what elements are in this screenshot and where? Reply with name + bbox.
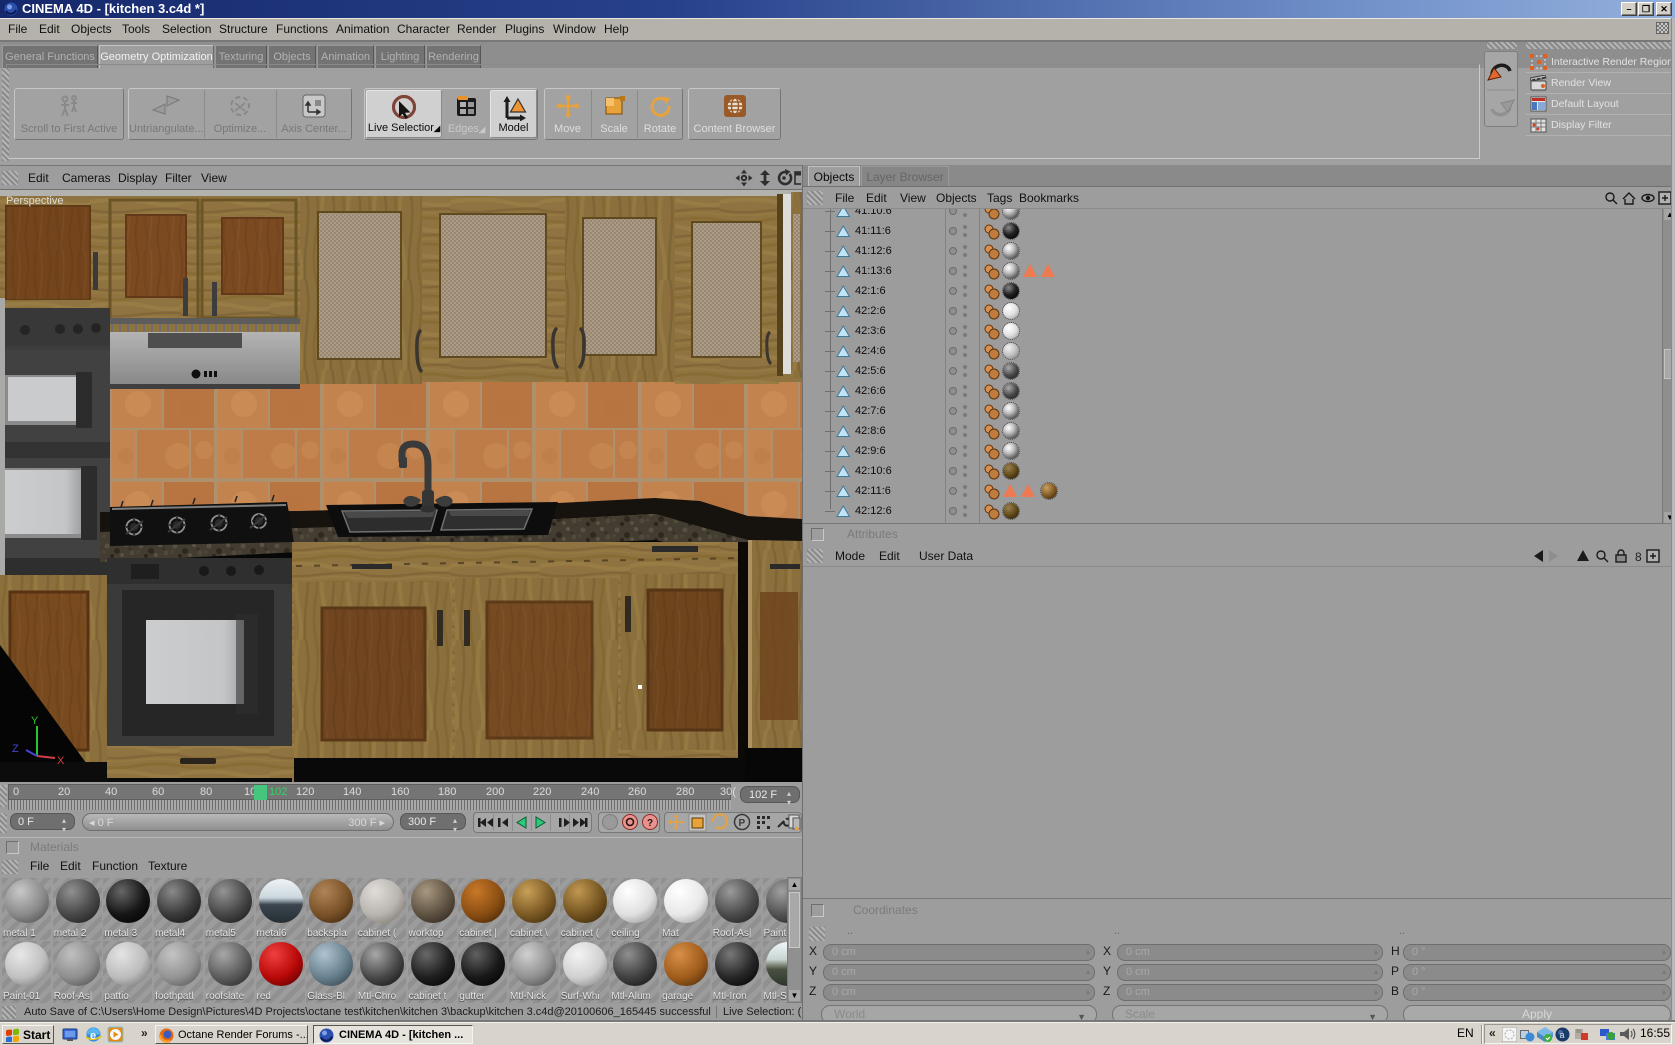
svg-text:e: e [90,1030,96,1042]
svg-text:P: P [739,818,746,829]
svg-text:Z: Z [12,743,19,755]
svg-text:Perspective: Perspective [6,195,63,207]
svg-text:8: 8 [1635,550,1642,564]
svg-text:?: ? [647,818,653,829]
svg-text:X: X [57,755,65,767]
svg-text:a: a [1560,1030,1565,1040]
svg-text:Y: Y [31,715,39,727]
